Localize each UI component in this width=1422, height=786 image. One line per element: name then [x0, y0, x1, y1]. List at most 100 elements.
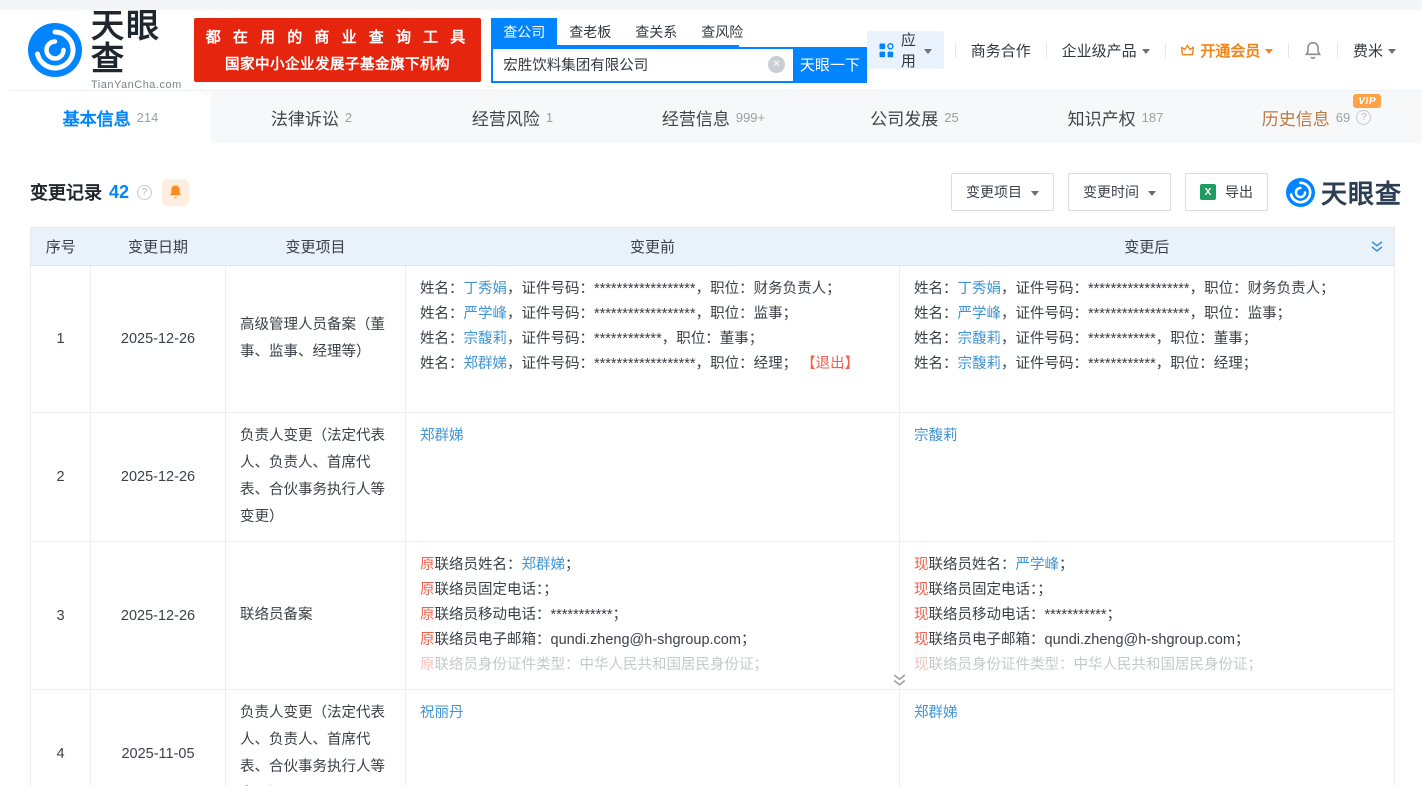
person-link[interactable]: 郑群娣	[914, 705, 958, 721]
person-link[interactable]: 宗馥莉	[464, 331, 508, 347]
change-line: 原联络员移动电话：***********；	[420, 603, 885, 628]
person-link[interactable]: 郑群娣	[420, 428, 464, 444]
change-line: 姓名：丁秀娟，证件号码：******************，职位：财务负责人；	[914, 277, 1380, 302]
tab-label: 经营信息	[662, 105, 730, 130]
tab-label: 基本信息	[63, 105, 131, 130]
col-header-item: 变更项目	[226, 228, 406, 266]
search-tab[interactable]: 查老板	[557, 18, 623, 45]
tab-label: 历史信息	[1262, 105, 1330, 130]
chevron-down-icon	[1265, 49, 1273, 54]
filter-change-time-button[interactable]: 变更时间	[1068, 173, 1171, 211]
text-segment: 现	[914, 632, 929, 648]
after-cell: 现联络员姓名：严学峰；现联络员固定电话：；现联络员移动电话：**********…	[900, 542, 1395, 690]
company-tab-0[interactable]: 基本信息214	[10, 91, 211, 143]
person-link[interactable]: 严学峰	[1016, 557, 1060, 573]
tab-count: 2	[345, 110, 352, 125]
bell-icon	[168, 184, 183, 200]
search-button[interactable]: 天眼一下	[793, 47, 867, 83]
export-label: 导出	[1225, 182, 1253, 202]
change-line: 宗馥莉	[914, 424, 1380, 449]
export-button[interactable]: X 导出	[1185, 173, 1268, 211]
user-menu[interactable]: 费米	[1349, 40, 1400, 61]
person-link[interactable]: 严学峰	[958, 306, 1002, 322]
vip-upgrade-link[interactable]: 开通会员	[1176, 40, 1277, 61]
col-header-no: 序号	[31, 228, 91, 266]
person-link[interactable]: 严学峰	[464, 306, 508, 322]
help-icon[interactable]: ?	[137, 185, 152, 200]
vip-badge: VIP	[1353, 94, 1381, 108]
company-tab-4[interactable]: 公司发展25	[814, 91, 1015, 143]
promo-line2: 国家中小企业发展子基金旗下机构	[206, 53, 470, 74]
row-number: 4	[31, 690, 91, 786]
search-tab[interactable]: 查公司	[491, 18, 557, 45]
chevron-down-icon	[1031, 191, 1039, 196]
change-item: 负责人变更（法定代表人、负责人、首席代表、合伙事务执行人等变更）	[226, 413, 406, 542]
row-number: 1	[31, 266, 91, 413]
crown-icon	[1180, 43, 1195, 57]
text-segment: 姓名：	[420, 306, 464, 322]
chevron-down-icon	[1148, 191, 1156, 196]
text-segment: 联络员移动电话：***********；	[435, 607, 628, 623]
nav-business-cooperation[interactable]: 商务合作	[967, 40, 1035, 61]
top-nav: 应用 商务合作 企业级产品 开通会员	[867, 31, 1400, 69]
company-tab-3[interactable]: 经营信息999+	[613, 91, 814, 143]
collapse-all-icon[interactable]	[1370, 240, 1384, 254]
person-link[interactable]: 丁秀娟	[464, 281, 508, 297]
change-line: 原联络员身份证件类型：中华人民共和国居民身份证；	[420, 653, 885, 678]
tab-count: 69	[1336, 110, 1350, 125]
text-segment: 姓名：	[914, 331, 958, 347]
promo-line1: 都 在 用 的 商 业 查 询 工 具	[206, 26, 470, 47]
company-tab-6[interactable]: 历史信息 69? VIP	[1216, 91, 1417, 143]
text-segment: 原	[420, 632, 435, 648]
notifications-button[interactable]	[1300, 41, 1326, 60]
filter-change-item-button[interactable]: 变更项目	[951, 173, 1054, 211]
person-link[interactable]: 丁秀娟	[958, 281, 1002, 297]
person-link[interactable]: 郑群娣	[522, 557, 566, 573]
watermark-logo: 天眼查	[1286, 174, 1402, 211]
change-line: 姓名：丁秀娟，证件号码：******************，职位：财务负责人；	[420, 277, 885, 302]
search-input-wrap: ✕	[491, 47, 793, 83]
help-icon[interactable]: ?	[1356, 110, 1371, 125]
text-segment: 现	[914, 557, 929, 573]
subscribe-bell-button[interactable]	[162, 179, 189, 206]
text-segment: ；	[1059, 557, 1074, 573]
company-tab-2[interactable]: 经营风险1	[412, 91, 613, 143]
change-date: 2025-12-26	[91, 542, 226, 690]
brand-domain: TianYanCha.com	[91, 79, 182, 91]
main-content: 变更记录 42 ? 变更项目 变更时间 X 导出	[10, 143, 1422, 786]
change-line: 姓名：严学峰，证件号码：******************，职位：监事；	[914, 302, 1380, 327]
tianyancha-logo[interactable]: 天眼查 TianYanCha.com	[28, 9, 182, 91]
change-item: 联络员备案	[226, 542, 406, 690]
person-link[interactable]: 宗馥莉	[958, 356, 1002, 372]
company-search-input[interactable]	[503, 57, 768, 73]
change-line: 原联络员固定电话：；	[420, 578, 885, 603]
search-tab[interactable]: 查风险	[689, 18, 755, 45]
company-tab-5[interactable]: 知识产权187	[1015, 91, 1216, 143]
person-link[interactable]: 祝丽丹	[420, 705, 464, 721]
text-segment: 联络员电子邮箱：qundi.zheng@h-shgroup.com；	[435, 632, 756, 648]
divider	[1165, 43, 1166, 58]
before-cell: 祝丽丹	[406, 690, 900, 786]
person-link[interactable]: 宗馥莉	[914, 428, 958, 444]
col-header-after: 变更后	[1124, 236, 1169, 257]
row-number: 2	[31, 413, 91, 542]
text-segment: ，证件号码：************，职位：董事；	[1001, 331, 1257, 347]
table-row: 42025-11-05负责人变更（法定代表人、负责人、首席代表、合伙事务执行人等…	[31, 690, 1395, 786]
table-row: 32025-12-26联络员备案原联络员姓名：郑群娣；原联络员固定电话：；原联络…	[31, 542, 1395, 690]
company-tab-1[interactable]: 法律诉讼2	[211, 91, 412, 143]
text-segment: 原	[420, 607, 435, 623]
person-link[interactable]: 郑群娣	[464, 356, 508, 372]
change-item: 负责人变更（法定代表人、负责人、首席代表、合伙事务执行人等变更）	[226, 690, 406, 786]
nav-enterprise-products[interactable]: 企业级产品	[1058, 40, 1154, 61]
clear-icon[interactable]: ✕	[768, 56, 785, 73]
nav-business-label: 商务合作	[971, 40, 1031, 61]
person-link[interactable]: 宗馥莉	[958, 331, 1002, 347]
search-tab[interactable]: 查关系	[623, 18, 689, 45]
change-line: 姓名：宗馥莉，证件号码：************，职位：董事；	[914, 327, 1380, 352]
apps-menu[interactable]: 应用	[867, 31, 944, 69]
filter-change-item-label: 变更项目	[966, 182, 1022, 202]
divider	[1288, 43, 1289, 58]
before-cell: 郑群娣	[406, 413, 900, 542]
text-segment: 姓名：	[914, 356, 958, 372]
text-segment: ；	[565, 557, 580, 573]
